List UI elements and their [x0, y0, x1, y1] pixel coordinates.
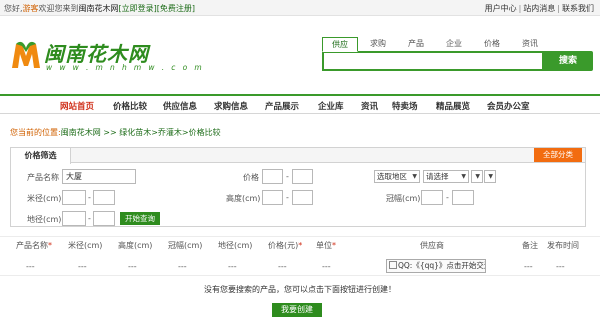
- col-diameter: 米径(cm): [68, 241, 103, 250]
- col-price: 价格(元)*: [268, 241, 303, 250]
- contact-us-link[interactable]: 联系我们: [562, 4, 594, 13]
- cell-publish-time: ---: [556, 262, 565, 271]
- welcome-text: 您好,游客欢迎您来到闽南花木网[立即登录][免费注册]: [4, 3, 195, 14]
- cell-diameter: ---: [78, 262, 87, 271]
- nav-buy[interactable]: 求购信息: [214, 100, 248, 112]
- top-bar: 您好,游客欢迎您来到闽南花木网[立即登录][免费注册] 用户中心 | 站内消息 | 联系…: [0, 0, 600, 16]
- start-query-button[interactable]: 开始查询: [120, 212, 160, 225]
- ground-dash: -: [88, 214, 91, 223]
- user-center-link[interactable]: 用户中心: [485, 4, 517, 13]
- sub-select-2[interactable]: ▼: [484, 170, 496, 183]
- product-name-label: 产品名称: [27, 173, 59, 182]
- breadcrumb: 您当前的位置:闽南花木网 >> 绿化苗木>乔灌木>价格比较: [10, 127, 221, 138]
- login-link[interactable]: [立即登录]: [119, 4, 157, 13]
- nav-products[interactable]: 产品展示: [265, 100, 299, 112]
- cell-height: ---: [128, 262, 137, 271]
- cell-price: ---: [278, 262, 287, 271]
- diameter-min-input[interactable]: [62, 190, 86, 205]
- qq-contact-text: QQ:《{qq}》点击开始交流: [398, 261, 486, 270]
- chevron-down-icon: ▼: [461, 173, 466, 180]
- diameter-dash: -: [88, 193, 91, 202]
- search-tab-buy[interactable]: 求购: [360, 37, 396, 51]
- category-select-value: 请选择: [426, 172, 449, 181]
- breadcrumb-label: 您当前的位置:: [10, 128, 61, 137]
- search-tab-supply[interactable]: 供应: [322, 37, 358, 52]
- category-select[interactable]: 请选择 ▼: [423, 170, 469, 183]
- nav-member-office[interactable]: 会员办公室: [487, 100, 530, 112]
- price-filter-tab[interactable]: 价格筛选: [11, 148, 71, 164]
- qq-contact-button[interactable]: QQ:《{qq}》点击开始交流: [386, 259, 486, 273]
- crown-max-input[interactable]: [452, 190, 474, 205]
- search-input[interactable]: [322, 51, 544, 71]
- site-logo[interactable]: 闽南花木网 w w w . m n h m w . c o m: [10, 38, 220, 78]
- all-categories-button[interactable]: 全部分类: [534, 148, 582, 162]
- search-button[interactable]: 搜索: [543, 51, 593, 71]
- crown-min-input[interactable]: [421, 190, 443, 205]
- region-select-value: 选取地区: [377, 172, 407, 181]
- logo-mark-icon: [12, 41, 40, 68]
- cell-remark: ---: [524, 262, 533, 271]
- table-row: --- --- --- --- --- --- --- --- ---: [0, 256, 600, 276]
- col-remark: 备注: [522, 241, 538, 250]
- search-tab-company[interactable]: 企业: [436, 37, 472, 51]
- qq-icon: [389, 261, 397, 269]
- filter-panel-header: [11, 148, 585, 163]
- col-height: 高度(cm): [118, 241, 153, 250]
- col-publish-time: 发布时间: [547, 241, 579, 250]
- ground-label: 地径(cm): [27, 215, 62, 224]
- diameter-label: 米径(cm): [27, 194, 62, 203]
- price-label: 价格: [243, 173, 259, 182]
- price-max-input[interactable]: [292, 169, 313, 184]
- cell-ground: ---: [228, 262, 237, 271]
- hello-text: 您好,: [4, 4, 23, 13]
- region-select[interactable]: 选取地区 ▼: [374, 170, 420, 183]
- height-label: 高度(cm): [226, 194, 261, 203]
- search-tab-price[interactable]: 价格: [474, 37, 510, 51]
- chevron-down-icon: ▼: [475, 173, 480, 180]
- nav-supply[interactable]: 供应信息: [163, 100, 197, 112]
- welcome-phrase: 欢迎您来到: [38, 4, 79, 13]
- site-name-text: 闽南花木网: [78, 4, 119, 13]
- product-name-input[interactable]: 大厦: [62, 169, 136, 184]
- nav-exhibition[interactable]: 精品展览: [436, 100, 470, 112]
- nav-home[interactable]: 网站首页: [60, 100, 94, 112]
- breadcrumb-path[interactable]: 闽南花木网 >> 绿化苗木>乔灌木>价格比较: [61, 128, 221, 137]
- nav-price-compare[interactable]: 价格比较: [113, 100, 147, 112]
- chevron-down-icon: ▼: [412, 173, 417, 180]
- ground-min-input[interactable]: [62, 211, 86, 226]
- ground-max-input[interactable]: [93, 211, 115, 226]
- sub-select-1[interactable]: ▼: [471, 170, 483, 183]
- create-button[interactable]: 我要创建: [272, 303, 322, 317]
- diameter-max-input[interactable]: [93, 190, 115, 205]
- crown-dash: -: [446, 193, 449, 202]
- cell-crown: ---: [178, 262, 187, 271]
- site-message-link[interactable]: 站内消息: [523, 4, 555, 13]
- col-supplier: 供应商: [420, 241, 444, 250]
- top-links: 用户中心 | 站内消息 | 联系我们: [484, 4, 594, 13]
- main-nav: 网站首页 价格比较 供应信息 求购信息 产品展示 企业库 资讯 特卖场 精品展览…: [0, 94, 600, 114]
- height-min-input[interactable]: [262, 190, 283, 205]
- crown-label: 冠幅(cm): [386, 194, 421, 203]
- nav-news[interactable]: 资讯: [361, 100, 378, 112]
- results-table-header: 产品名称* 米径(cm) 高度(cm) 冠幅(cm) 地径(cm) 价格(元)*…: [0, 236, 600, 252]
- guest-name: 游客: [22, 4, 39, 13]
- logo-url: w w w . m n h m w . c o m: [46, 63, 205, 72]
- cell-product-name: ---: [26, 262, 35, 271]
- nav-company-db[interactable]: 企业库: [318, 100, 344, 112]
- height-dash: -: [286, 193, 289, 202]
- height-max-input[interactable]: [292, 190, 313, 205]
- search-tab-product[interactable]: 产品: [398, 37, 434, 51]
- chevron-down-icon: ▼: [488, 173, 493, 180]
- register-link[interactable]: [免费注册]: [157, 4, 195, 13]
- col-unit: 单位*: [316, 241, 336, 250]
- col-product-name: 产品名称*: [16, 241, 52, 250]
- empty-result-notice: 没有您要搜索的产品，您可以点击下面按钮进行创建！: [204, 285, 396, 294]
- price-dash: -: [286, 172, 289, 181]
- cell-unit: ---: [322, 262, 331, 271]
- col-ground: 地径(cm): [218, 241, 253, 250]
- nav-special-sale[interactable]: 特卖场: [392, 100, 418, 112]
- col-crown: 冠幅(cm): [168, 241, 203, 250]
- search-tab-news[interactable]: 资讯: [512, 37, 548, 51]
- price-min-input[interactable]: [262, 169, 283, 184]
